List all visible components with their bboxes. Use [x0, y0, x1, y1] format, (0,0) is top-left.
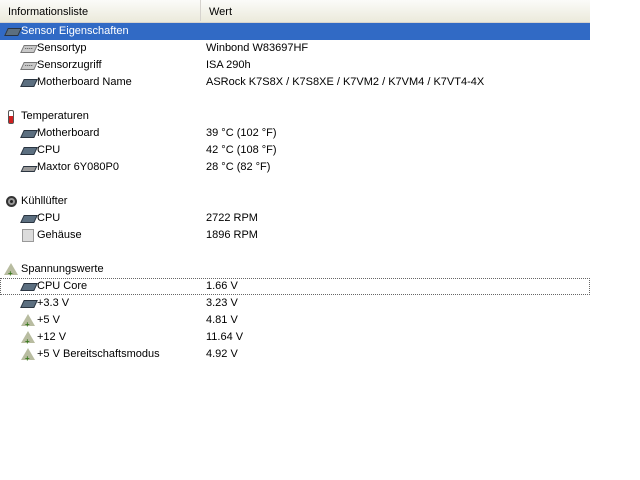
sensor-list: Sensor Eigenschaften Sensortyp Winbond W… [0, 23, 590, 367]
item-value: 1896 RPM [206, 229, 258, 241]
list-header: Informationsliste Wert [0, 0, 590, 23]
item-label: +3.3 V [37, 297, 70, 309]
group-label: Spannungswerte [21, 263, 104, 275]
list-item[interactable]: Sensorzugriff ISA 290h [0, 57, 590, 74]
item-label: Motherboard Name [37, 76, 132, 88]
item-value: ISA 290h [206, 59, 251, 71]
item-value: 3.23 V [206, 297, 238, 309]
item-value: 42 °C (108 °F) [206, 144, 277, 156]
voltage-icon [21, 314, 35, 333]
voltage-icon [4, 263, 18, 282]
item-label: +12 V [37, 331, 67, 343]
group-voltages[interactable]: Spannungswerte [0, 261, 590, 282]
group-label: Kühllüfter [21, 195, 68, 207]
list-item[interactable]: Gehäuse 1896 RPM [0, 227, 590, 244]
hard-disk-icon [20, 163, 38, 172]
item-value: 4.81 V [206, 314, 238, 326]
list-item[interactable]: +5 V Bereitschaftsmodus 4.92 V [0, 346, 590, 367]
list-item[interactable]: Motherboard Name ASRock K7S8X / K7S8XE /… [0, 74, 590, 91]
sensor-strip-icon [20, 61, 38, 70]
group-label: Temperaturen [21, 110, 89, 122]
item-value: 28 °C (82 °F) [206, 161, 271, 173]
list-item[interactable]: +12 V 11.64 V [0, 329, 590, 350]
motherboard-chip-icon [20, 78, 38, 87]
item-label: CPU Core [37, 280, 88, 292]
item-label: +5 V Bereitschaftsmodus [37, 348, 160, 360]
item-label: Sensortyp [37, 42, 87, 54]
cpu-chip-icon [20, 146, 38, 155]
voltage-icon [21, 348, 35, 367]
cpu-chip-icon [20, 299, 38, 308]
list-item[interactable]: Motherboard 39 °C (102 °F) [0, 125, 590, 142]
item-label: Motherboard [37, 127, 100, 139]
list-item[interactable]: CPU 42 °C (108 °F) [0, 142, 590, 159]
fan-icon [6, 196, 17, 207]
group-label: Sensor Eigenschaften [21, 25, 129, 37]
cpu-chip-icon [20, 282, 38, 291]
list-item[interactable]: +3.3 V 3.23 V [0, 295, 590, 312]
item-label: Gehäuse [37, 229, 82, 241]
item-value: 4.92 V [206, 348, 238, 360]
list-item[interactable]: Sensortyp Winbond W83697HF [0, 40, 590, 57]
item-value: 2722 RPM [206, 212, 258, 224]
list-item[interactable]: Maxtor 6Y080P0 28 °C (82 °F) [0, 159, 590, 176]
group-cooling-fans[interactable]: Kühllüfter [0, 193, 590, 210]
list-item[interactable]: CPU 2722 RPM [0, 210, 590, 227]
item-label: Sensorzugriff [37, 59, 102, 71]
item-value: ASRock K7S8X / K7S8XE / K7VM2 / K7VM4 / … [206, 76, 485, 88]
list-item[interactable]: CPU Core 1.66 V [0, 278, 590, 295]
motherboard-chip-icon [20, 129, 38, 138]
item-value: 1.66 V [206, 280, 238, 292]
column-header-value[interactable]: Wert [201, 0, 590, 21]
voltage-icon [21, 331, 35, 350]
group-temperatures[interactable]: Temperaturen [0, 108, 590, 125]
item-label: Maxtor 6Y080P0 [37, 161, 119, 173]
group-sensor-properties[interactable]: Sensor Eigenschaften [0, 23, 590, 40]
sensor-strip-icon [20, 44, 38, 53]
column-header-information-list[interactable]: Informationsliste [0, 0, 201, 21]
item-value: Winbond W83697HF [206, 42, 309, 54]
cpu-chip-icon [20, 214, 38, 223]
item-label: +5 V [37, 314, 60, 326]
sensor-chip-icon [4, 27, 22, 36]
thermometer-icon [8, 110, 14, 124]
item-value: 11.64 V [206, 331, 244, 343]
list-item[interactable]: +5 V 4.81 V [0, 312, 590, 333]
item-value: 39 °C (102 °F) [206, 127, 277, 139]
item-label: CPU [37, 144, 61, 156]
item-label: CPU [37, 212, 61, 224]
case-icon [22, 229, 34, 242]
